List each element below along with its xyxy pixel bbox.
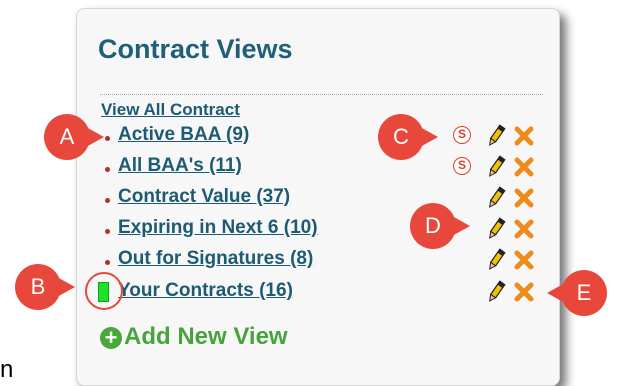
view-link-all-baas[interactable]: All BAA's (11) bbox=[118, 155, 242, 177]
view-link-active-baa[interactable]: Active BAA (9) bbox=[118, 124, 249, 146]
list-item: Expiring in Next 6 (10) bbox=[0, 217, 626, 247]
view-link-contract-value[interactable]: Contract Value (37) bbox=[118, 186, 290, 208]
stray-text: n bbox=[0, 356, 14, 383]
pencil-icon[interactable] bbox=[485, 280, 507, 304]
delete-icon[interactable] bbox=[513, 280, 535, 304]
delete-icon[interactable] bbox=[513, 248, 535, 272]
callout-b: B bbox=[15, 264, 75, 310]
delete-icon[interactable] bbox=[513, 186, 535, 210]
view-all-contract-link[interactable]: View All Contract bbox=[101, 100, 240, 120]
pencil-icon[interactable] bbox=[485, 248, 507, 272]
delete-icon[interactable] bbox=[513, 217, 535, 241]
pencil-icon[interactable] bbox=[485, 124, 507, 148]
list-item: Contract Value (37) bbox=[0, 186, 626, 216]
plus-circle-icon: + bbox=[100, 327, 122, 349]
pencil-icon[interactable] bbox=[485, 186, 507, 210]
pencil-icon[interactable] bbox=[485, 155, 507, 179]
bullet-icon bbox=[105, 136, 110, 141]
bullet-icon bbox=[105, 260, 110, 265]
view-link-your-contracts[interactable]: Your Contracts (16) bbox=[118, 280, 293, 302]
delete-icon[interactable] bbox=[513, 155, 535, 179]
view-link-expiring-next-6[interactable]: Expiring in Next 6 (10) bbox=[118, 217, 318, 239]
pencil-icon[interactable] bbox=[485, 217, 507, 241]
view-link-out-for-signatures[interactable]: Out for Signatures (8) bbox=[118, 248, 313, 270]
callout-e: E bbox=[547, 270, 607, 316]
add-new-view-label: Add New View bbox=[124, 323, 288, 350]
bullet-icon bbox=[105, 167, 110, 172]
panel-title: Contract Views bbox=[98, 34, 293, 64]
title-divider bbox=[100, 94, 543, 95]
bullet-icon bbox=[105, 229, 110, 234]
delete-icon[interactable] bbox=[513, 124, 535, 148]
callout-d: D bbox=[410, 203, 470, 249]
share-icon[interactable]: S bbox=[453, 126, 471, 144]
highlight-ring bbox=[85, 272, 123, 310]
share-icon[interactable]: S bbox=[453, 157, 471, 175]
callout-c: C bbox=[378, 114, 438, 160]
list-item: All BAA's (11) S bbox=[0, 155, 626, 185]
callout-a: A bbox=[44, 114, 104, 160]
bullet-icon bbox=[105, 198, 110, 203]
